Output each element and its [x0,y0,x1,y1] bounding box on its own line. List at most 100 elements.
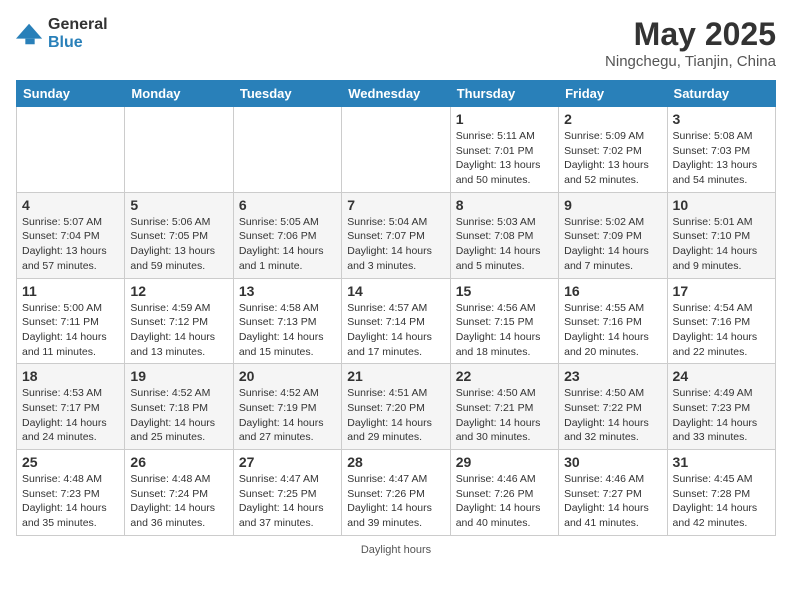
cal-cell-17: 17Sunrise: 4:54 AM Sunset: 7:16 PM Dayli… [667,278,775,364]
cal-cell-30: 30 Sunrise: 4:46 AM Sunset: 7:27 PM Dayli… [559,450,667,536]
cell-info: Sunrise: 4:45 AM Sunset: 7:28 PM Dayligh… [673,472,770,531]
cell-info: Sunrise: 4:50 AM Sunset: 7:21 PM Dayligh… [456,386,553,445]
cal-cell-23: 23Sunrise: 4:50 AM Sunset: 7:22 PM Dayli… [559,364,667,450]
week-row-5: 25 Sunrise: 4:48 AM Sunset: 7:23 PM Dayli… [17,450,776,536]
cell-info: Sunrise: 4:48 AM Sunset: 7:23 PM Dayligh… [22,472,119,531]
cal-cell-7: 7Sunrise: 5:04 AM Sunset: 7:07 PM Daylig… [342,192,450,278]
logo-icon [16,20,44,48]
cal-cell-31: 31 Sunrise: 4:45 AM Sunset: 7:28 PM Dayli… [667,450,775,536]
cal-cell-13: 13 Sunrise: 4:58 AM Sunset: 7:13 PM Dayli… [233,278,341,364]
cal-cell-11: 11Sunrise: 5:00 AM Sunset: 7:11 PM Dayli… [17,278,125,364]
day-number: 9 [564,197,661,213]
cell-info: Sunrise: 4:57 AM Sunset: 7:14 PM Dayligh… [347,301,444,360]
day-number: 7 [347,197,444,213]
cal-cell-12: 12Sunrise: 4:59 AM Sunset: 7:12 PM Dayli… [125,278,233,364]
subtitle: Ningchegu, Tianjin, China [605,53,776,70]
day-number: 19 [130,368,227,384]
cell-info: Sunrise: 4:56 AM Sunset: 7:15 PM Dayligh… [456,301,553,360]
calendar-table: SundayMondayTuesdayWednesdayThursdayFrid… [16,80,776,536]
cal-cell-27: 27Sunrise: 4:47 AM Sunset: 7:25 PM Dayli… [233,450,341,536]
week-row-2: 4 Sunrise: 5:07 AM Sunset: 7:04 PM Daylig… [17,192,776,278]
main-title: May 2025 [605,16,776,53]
day-number: 17 [673,283,770,299]
calendar-header-row: SundayMondayTuesdayWednesdayThursdayFrid… [17,81,776,107]
day-header-friday: Friday [559,81,667,107]
cal-cell-24: 24Sunrise: 4:49 AM Sunset: 7:23 PM Dayli… [667,364,775,450]
cell-info: Sunrise: 4:49 AM Sunset: 7:23 PM Dayligh… [673,386,770,445]
day-number: 30 [564,454,661,470]
day-header-monday: Monday [125,81,233,107]
cal-cell-14: 14 Sunrise: 4:57 AM Sunset: 7:14 PM Dayli… [342,278,450,364]
cal-cell-22: 22Sunrise: 4:50 AM Sunset: 7:21 PM Dayli… [450,364,558,450]
logo: General Blue [16,16,108,51]
calendar-body: 1Sunrise: 5:11 AM Sunset: 7:01 PM Daylig… [17,107,776,536]
cell-info: Sunrise: 4:46 AM Sunset: 7:27 PM Dayligh… [564,472,661,531]
day-header-wednesday: Wednesday [342,81,450,107]
cell-info: Sunrise: 4:46 AM Sunset: 7:26 PM Dayligh… [456,472,553,531]
cal-cell-6: 6Sunrise: 5:05 AM Sunset: 7:06 PM Daylig… [233,192,341,278]
day-number: 8 [456,197,553,213]
cal-cell-21: 21Sunrise: 4:51 AM Sunset: 7:20 PM Dayli… [342,364,450,450]
day-number: 16 [564,283,661,299]
day-number: 28 [347,454,444,470]
empty-cell [17,107,125,193]
day-number: 5 [130,197,227,213]
empty-cell [233,107,341,193]
cal-cell-28: 28 Sunrise: 4:47 AM Sunset: 7:26 PM Dayli… [342,450,450,536]
cell-info: Sunrise: 4:52 AM Sunset: 7:19 PM Dayligh… [239,386,336,445]
day-number: 20 [239,368,336,384]
cal-cell-10: 10Sunrise: 5:01 AM Sunset: 7:10 PM Dayli… [667,192,775,278]
cal-cell-16: 16Sunrise: 4:55 AM Sunset: 7:16 PM Dayli… [559,278,667,364]
cell-info: Sunrise: 4:48 AM Sunset: 7:24 PM Dayligh… [130,472,227,531]
day-number: 25 [22,454,119,470]
day-number: 14 [347,283,444,299]
day-number: 29 [456,454,553,470]
cell-info: Sunrise: 4:51 AM Sunset: 7:20 PM Dayligh… [347,386,444,445]
cell-info: Sunrise: 5:01 AM Sunset: 7:10 PM Dayligh… [673,215,770,274]
cell-info: Sunrise: 5:06 AM Sunset: 7:05 PM Dayligh… [130,215,227,274]
day-number: 4 [22,197,119,213]
day-number: 2 [564,111,661,127]
cal-cell-29: 29 Sunrise: 4:46 AM Sunset: 7:26 PM Dayli… [450,450,558,536]
cal-cell-8: 8 Sunrise: 5:03 AM Sunset: 7:08 PM Daylig… [450,192,558,278]
cal-cell-1: 1Sunrise: 5:11 AM Sunset: 7:01 PM Daylig… [450,107,558,193]
day-number: 12 [130,283,227,299]
day-header-tuesday: Tuesday [233,81,341,107]
day-number: 1 [456,111,553,127]
cell-info: Sunrise: 5:00 AM Sunset: 7:11 PM Dayligh… [22,301,119,360]
cell-info: Sunrise: 4:53 AM Sunset: 7:17 PM Dayligh… [22,386,119,445]
day-header-thursday: Thursday [450,81,558,107]
cal-cell-2: 2 Sunrise: 5:09 AM Sunset: 7:02 PM Daylig… [559,107,667,193]
cell-info: Sunrise: 4:58 AM Sunset: 7:13 PM Dayligh… [239,301,336,360]
title-block: May 2025 Ningchegu, Tianjin, China [605,16,776,70]
empty-cell [342,107,450,193]
cell-info: Sunrise: 5:08 AM Sunset: 7:03 PM Dayligh… [673,129,770,188]
week-row-1: 1Sunrise: 5:11 AM Sunset: 7:01 PM Daylig… [17,107,776,193]
cell-info: Sunrise: 5:09 AM Sunset: 7:02 PM Dayligh… [564,129,661,188]
day-number: 13 [239,283,336,299]
logo-text: General Blue [48,16,108,51]
cal-cell-5: 5 Sunrise: 5:06 AM Sunset: 7:05 PM Daylig… [125,192,233,278]
cal-cell-19: 19 Sunrise: 4:52 AM Sunset: 7:18 PM Dayli… [125,364,233,450]
day-number: 26 [130,454,227,470]
logo-blue: Blue [48,34,108,52]
day-number: 6 [239,197,336,213]
cal-cell-15: 15 Sunrise: 4:56 AM Sunset: 7:15 PM Dayli… [450,278,558,364]
cal-cell-3: 3Sunrise: 5:08 AM Sunset: 7:03 PM Daylig… [667,107,775,193]
cell-info: Sunrise: 5:02 AM Sunset: 7:09 PM Dayligh… [564,215,661,274]
cell-info: Sunrise: 4:47 AM Sunset: 7:25 PM Dayligh… [239,472,336,531]
day-number: 15 [456,283,553,299]
page-header: General Blue May 2025 Ningchegu, Tianjin… [16,16,776,70]
day-number: 18 [22,368,119,384]
cal-cell-25: 25 Sunrise: 4:48 AM Sunset: 7:23 PM Dayli… [17,450,125,536]
cal-cell-20: 20 Sunrise: 4:52 AM Sunset: 7:19 PM Dayli… [233,364,341,450]
logo-general: General [48,16,108,34]
cell-info: Sunrise: 5:07 AM Sunset: 7:04 PM Dayligh… [22,215,119,274]
day-header-sunday: Sunday [17,81,125,107]
cell-info: Sunrise: 5:03 AM Sunset: 7:08 PM Dayligh… [456,215,553,274]
week-row-3: 11Sunrise: 5:00 AM Sunset: 7:11 PM Dayli… [17,278,776,364]
cell-info: Sunrise: 4:52 AM Sunset: 7:18 PM Dayligh… [130,386,227,445]
day-number: 31 [673,454,770,470]
cell-info: Sunrise: 4:47 AM Sunset: 7:26 PM Dayligh… [347,472,444,531]
footer-note: Daylight hours [16,544,776,556]
